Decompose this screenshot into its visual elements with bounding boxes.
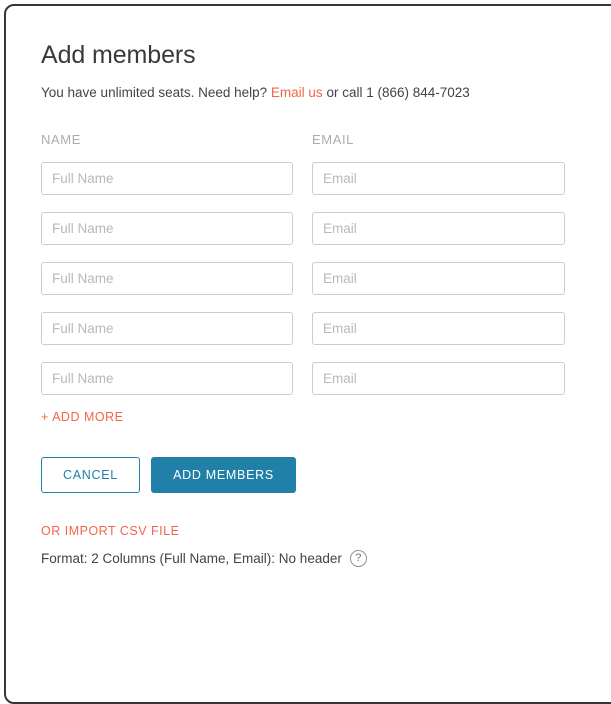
member-row (6, 312, 611, 362)
subtitle-text-before: You have unlimited seats. Need help? (41, 85, 271, 100)
email-input[interactable] (312, 262, 565, 295)
full-name-input[interactable] (41, 312, 293, 345)
subtitle: You have unlimited seats. Need help? Ema… (41, 85, 470, 101)
member-row (6, 362, 611, 412)
member-row (6, 262, 611, 312)
cancel-button[interactable]: CANCEL (41, 457, 140, 493)
email-input[interactable] (312, 362, 565, 395)
add-members-card: Add members You have unlimited seats. Ne… (4, 4, 611, 704)
column-header-email: EMAIL (312, 132, 355, 147)
add-members-button[interactable]: ADD MEMBERS (151, 457, 296, 493)
column-header-name: NAME (41, 132, 81, 147)
page-title: Add members (41, 41, 196, 69)
csv-format-text: Format: 2 Columns (Full Name, Email): No… (41, 551, 342, 566)
full-name-input[interactable] (41, 162, 293, 195)
email-us-link[interactable]: Email us (271, 85, 323, 100)
email-input[interactable] (312, 212, 565, 245)
action-buttons: CANCEL ADD MEMBERS (41, 457, 296, 493)
add-more-link[interactable]: + ADD MORE (41, 410, 123, 424)
full-name-input[interactable] (41, 362, 293, 395)
help-circle-icon[interactable]: ? (349, 550, 367, 567)
subtitle-text-after: or call 1 (866) 844-7023 (322, 85, 470, 100)
csv-format-note: Format: 2 Columns (Full Name, Email): No… (41, 550, 367, 567)
full-name-input[interactable] (41, 262, 293, 295)
full-name-input[interactable] (41, 212, 293, 245)
member-row (6, 162, 611, 212)
member-rows (6, 162, 611, 412)
member-row (6, 212, 611, 262)
email-input[interactable] (312, 162, 565, 195)
import-csv-link[interactable]: OR IMPORT CSV FILE (41, 524, 179, 538)
email-input[interactable] (312, 312, 565, 345)
